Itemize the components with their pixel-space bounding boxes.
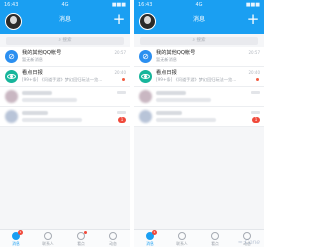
unread-badge: 1 bbox=[118, 117, 126, 123]
chat-preview: [99+条] 《问道手游》梦幻回归玩法一览… bbox=[22, 77, 103, 82]
tab-messages[interactable]: 1 消息 bbox=[134, 230, 166, 247]
tab-feeds[interactable]: 动态 bbox=[97, 230, 129, 247]
tab-label: 动态 bbox=[109, 241, 117, 246]
blurred-text bbox=[156, 91, 186, 95]
link-icon: ⊘ bbox=[139, 50, 152, 63]
add-button[interactable]: + bbox=[112, 11, 126, 27]
avatar bbox=[139, 90, 152, 103]
blurred-time bbox=[117, 111, 126, 114]
tab-contacts[interactable]: 联系人 bbox=[32, 230, 64, 247]
blurred-text bbox=[156, 118, 216, 122]
avatar bbox=[5, 90, 18, 103]
chat-name: 看点日报 bbox=[22, 70, 43, 76]
link-icon: ⊘ bbox=[5, 50, 18, 63]
chat-preview: 暂无新消息 bbox=[22, 57, 43, 62]
chat-time: 20:57 bbox=[248, 50, 260, 55]
tab-badge: 1 bbox=[18, 230, 23, 235]
blurred-text bbox=[22, 118, 82, 122]
unread-dot bbox=[122, 78, 125, 81]
tab-label: 联系人 bbox=[176, 241, 188, 246]
list-item[interactable]: 看点日报 [99+条] 《问道手游》梦幻回归玩法一览… 20:40 bbox=[0, 67, 130, 87]
status-bar: 16:43 4G ■■■ bbox=[138, 1, 260, 9]
blurred-time bbox=[251, 111, 260, 114]
tab-badge: 1 bbox=[152, 230, 157, 235]
avatar bbox=[5, 110, 18, 123]
page-title: 消息 bbox=[58, 16, 71, 23]
tab-label: 消息 bbox=[12, 241, 20, 246]
tab-kandian[interactable]: 看点 bbox=[199, 230, 231, 247]
blurred-text bbox=[22, 91, 52, 95]
unread-badge: 1 bbox=[252, 117, 260, 123]
tab-label: 看点 bbox=[77, 241, 85, 246]
search-placeholder: 搜索 bbox=[196, 38, 206, 43]
blurred-text bbox=[22, 111, 48, 115]
blurred-time bbox=[117, 91, 126, 94]
tab-bar: 1 消息 联系人 看点 动态 bbox=[0, 229, 130, 247]
battery-icon: ■■■ bbox=[111, 2, 126, 8]
tab-label: 看点 bbox=[211, 241, 219, 246]
list-item[interactable] bbox=[0, 87, 130, 107]
chat-name: 看点日报 bbox=[156, 70, 177, 76]
chat-name: 我的其他QQ帐号 bbox=[156, 50, 196, 56]
tab-kandian[interactable]: 看点 bbox=[65, 230, 97, 247]
contacts-icon bbox=[44, 232, 52, 240]
blurred-time bbox=[251, 91, 260, 94]
tab-label: 消息 bbox=[146, 241, 154, 246]
blurred-text bbox=[22, 98, 77, 102]
list-item[interactable]: ⊘ 我的其他QQ帐号 暂无新消息 20:57 bbox=[134, 47, 264, 67]
status-time: 16:43 bbox=[138, 2, 153, 8]
unread-dot bbox=[256, 78, 259, 81]
list-item[interactable]: 1 bbox=[134, 107, 264, 127]
search-input[interactable]: ⌕ 搜索 bbox=[6, 37, 124, 45]
top-bar: 16:43 4G ■■■ 消息 + bbox=[0, 0, 130, 34]
search-placeholder: 搜索 bbox=[62, 38, 72, 43]
search-input[interactable]: ⌕ 搜索 bbox=[140, 37, 258, 45]
eye-icon bbox=[211, 232, 219, 240]
chat-time: 20:40 bbox=[248, 70, 260, 75]
top-bar: 16:43 4G ■■■ 消息 + bbox=[134, 0, 264, 34]
page-title: 消息 bbox=[192, 16, 205, 23]
status-time: 16:43 bbox=[4, 2, 19, 8]
phone-screen-left: 16:43 4G ■■■ 消息 + ⌕ 搜索 ⊘ 我的其他QQ帐号 暂无新消息 … bbox=[0, 0, 130, 247]
chat-preview: 暂无新消息 bbox=[156, 57, 177, 62]
unread-dot bbox=[84, 231, 87, 234]
contacts-icon bbox=[178, 232, 186, 240]
add-button[interactable]: + bbox=[246, 11, 260, 27]
signal-indicator: 4G bbox=[195, 2, 203, 8]
list-item[interactable]: 1 bbox=[0, 107, 130, 127]
list-item[interactable] bbox=[134, 87, 264, 107]
blurred-text bbox=[156, 98, 211, 102]
avatar bbox=[139, 110, 152, 123]
battery-icon: ■■■ bbox=[245, 2, 260, 8]
eye-icon bbox=[139, 70, 152, 83]
list-item[interactable]: 看点日报 [99+条] 《问道手游》梦幻回归玩法一览… 20:40 bbox=[134, 67, 264, 87]
chat-time: 20:40 bbox=[114, 70, 126, 75]
eye-icon bbox=[5, 70, 18, 83]
status-bar: 16:43 4G ■■■ bbox=[4, 1, 126, 9]
chat-preview: [99+条] 《问道手游》梦幻回归玩法一览… bbox=[156, 77, 237, 82]
chat-time: 20:57 bbox=[114, 50, 126, 55]
tab-messages[interactable]: 1 消息 bbox=[0, 230, 32, 247]
tab-contacts[interactable]: 联系人 bbox=[166, 230, 198, 247]
tab-label: 联系人 bbox=[42, 241, 54, 246]
nav-bar: 消息 + bbox=[134, 10, 264, 32]
star-icon bbox=[109, 232, 117, 240]
nav-bar: 消息 + bbox=[0, 10, 130, 32]
phone-screen-right: 16:43 4G ■■■ 消息 + ⌕ 搜索 ⊘ 我的其他QQ帐号 暂无新消息 … bbox=[134, 0, 264, 247]
blurred-text bbox=[156, 111, 182, 115]
signal-indicator: 4G bbox=[61, 2, 69, 8]
watermark: ≈ Cone bbox=[237, 239, 260, 246]
list-item[interactable]: ⊘ 我的其他QQ帐号 暂无新消息 20:57 bbox=[0, 47, 130, 67]
chat-name: 我的其他QQ帐号 bbox=[22, 50, 62, 56]
